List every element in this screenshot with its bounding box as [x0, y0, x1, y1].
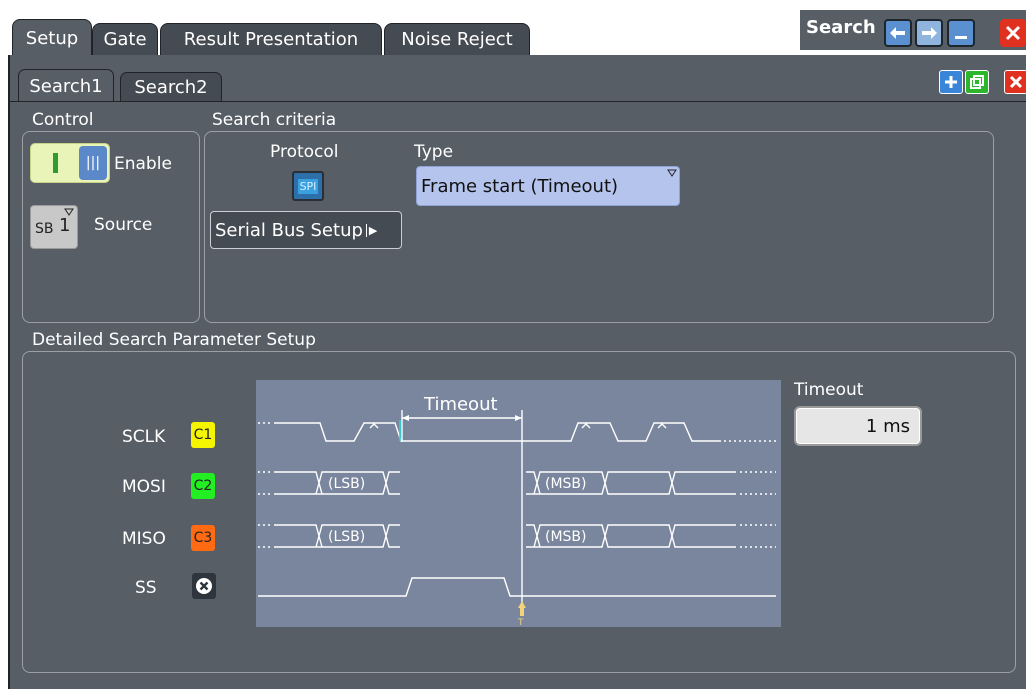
detail-title: Detailed Search Parameter Setup [32, 330, 316, 350]
timing-diagram: Timeout (LSB) (MSB) (LSB) (MSB) T [256, 380, 781, 627]
tab-label: Noise Reject [401, 29, 513, 50]
source-label: Source [94, 215, 153, 235]
main-tab-bar: Setup Gate Result Presentation Noise Rej… [0, 0, 1026, 56]
channel-badge-c3[interactable]: C3 [191, 525, 215, 551]
channel-badge-c2[interactable]: C2 [191, 473, 215, 499]
timeout-value: 1 ms [865, 415, 910, 437]
serial-bus-setup-button[interactable]: Serial Bus Setup ▶ [210, 211, 402, 249]
signal-label-mosi: MOSI [122, 477, 166, 497]
enable-label: Enable [114, 154, 172, 174]
protocol-label: Protocol [270, 142, 339, 162]
source-button[interactable]: SB 1 [30, 205, 78, 249]
trigger-marker-stem [520, 608, 524, 616]
subtab-label: Search1 [29, 75, 103, 97]
type-label: Type [414, 142, 454, 162]
enable-toggle[interactable]: ||| [30, 143, 110, 183]
arrow-right-icon: ▶ [365, 223, 377, 237]
tab-label: Gate [103, 29, 147, 50]
copy-search-button[interactable] [965, 70, 989, 94]
x-circle-icon [196, 578, 212, 594]
tab-setup[interactable]: Setup [12, 19, 92, 56]
subtab-search1[interactable]: Search1 [18, 69, 114, 102]
channel-badge-ss[interactable] [192, 573, 216, 599]
mosi-lsb-label: (LSB) [328, 476, 365, 492]
subtab-search2[interactable]: Search2 [120, 72, 222, 102]
toggle-on-indicator [53, 153, 58, 173]
add-search-button[interactable] [939, 70, 963, 94]
source-value: SB [35, 221, 54, 237]
undo-icon [890, 27, 905, 39]
delete-icon [1009, 75, 1023, 89]
type-value: Frame start (Timeout) [421, 175, 619, 197]
tab-label: Setup [25, 27, 79, 49]
spi-icon: SPI [297, 178, 319, 194]
toggle-knob: ||| [79, 146, 107, 180]
undo-button[interactable] [884, 19, 912, 47]
dropdown-triangle-icon [64, 208, 74, 216]
serial-bus-setup-label: Serial Bus Setup [215, 219, 363, 241]
mosi-msb-label: (MSB) [545, 476, 587, 492]
tab-gate[interactable]: Gate [92, 23, 158, 55]
tab-noise-reject[interactable]: Noise Reject [384, 23, 530, 55]
subtab-label: Search2 [134, 77, 208, 98]
copy-icon [970, 75, 984, 89]
miso-msb-label: (MSB) [545, 529, 587, 545]
miso-lsb-label: (LSB) [328, 529, 365, 545]
channel-badge-c1[interactable]: C1 [191, 422, 215, 448]
trigger-marker-label: T [517, 618, 524, 627]
criteria-title: Search criteria [212, 110, 337, 130]
tab-result-presentation[interactable]: Result Presentation [160, 23, 382, 55]
close-button[interactable] [1000, 19, 1026, 47]
redo-button[interactable] [915, 19, 943, 47]
signal-label-sclk: SCLK [122, 427, 166, 447]
tab-label: Result Presentation [183, 29, 359, 50]
minimize-button[interactable] [947, 19, 975, 47]
delete-search-button[interactable] [1004, 70, 1026, 94]
signal-label-miso: MISO [122, 529, 166, 549]
source-index: 1 [59, 215, 71, 236]
timeout-input[interactable]: 1 ms [794, 406, 922, 446]
close-icon [1005, 25, 1021, 41]
setup-panel: Search1 Search2 Control ||| Enable SB 1 … [8, 55, 1026, 689]
signal-label-ss: SS [135, 578, 157, 598]
redo-icon [922, 27, 937, 39]
protocol-button[interactable]: SPI [292, 171, 324, 201]
window-title: Search [806, 17, 876, 38]
dropdown-triangle-icon [667, 169, 677, 177]
minimize-icon [955, 36, 967, 39]
type-dropdown[interactable]: Frame start (Timeout) [416, 166, 680, 206]
timeout-annotation: Timeout [423, 394, 498, 415]
timeout-label: Timeout [794, 380, 864, 400]
add-icon [945, 76, 957, 88]
control-title: Control [32, 110, 94, 130]
subtab-divider [10, 101, 1026, 102]
